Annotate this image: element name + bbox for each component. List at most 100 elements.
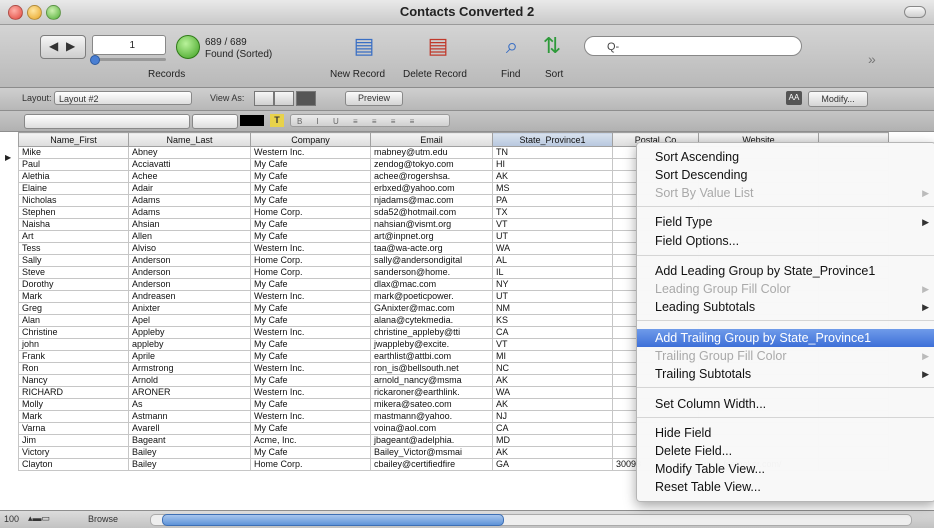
- font-popup[interactable]: [24, 114, 190, 129]
- cell-name-last[interactable]: Armstrong: [128, 362, 251, 375]
- cell-state-province[interactable]: AK: [492, 446, 613, 459]
- cell-name-last[interactable]: Allen: [128, 230, 251, 243]
- menu-item-sort-descending[interactable]: Sort Descending: [637, 166, 934, 184]
- cell-name-first[interactable]: Varna: [18, 422, 129, 435]
- font-size-popup[interactable]: [192, 114, 238, 129]
- cell-name-last[interactable]: Acciavatti: [128, 158, 251, 171]
- cell-name-last[interactable]: Anixter: [128, 302, 251, 315]
- horizontal-scroll-thumb[interactable]: [162, 514, 504, 526]
- cell-name-first[interactable]: Alethia: [18, 170, 129, 183]
- form-view-button[interactable]: [254, 91, 274, 106]
- cell-name-last[interactable]: Bailey: [128, 458, 251, 471]
- cell-state-province[interactable]: AK: [492, 170, 613, 183]
- cell-email[interactable]: cbailey@certifiedfire: [370, 458, 493, 471]
- cell-company[interactable]: My Cafe: [250, 182, 371, 195]
- cell-email[interactable]: voina@aol.com: [370, 422, 493, 435]
- cell-email[interactable]: art@inpnet.org: [370, 230, 493, 243]
- column-header-state-province[interactable]: State_Province1: [492, 132, 613, 147]
- cell-email[interactable]: sda52@hotmail.com: [370, 206, 493, 219]
- cell-name-first[interactable]: Greg: [18, 302, 129, 315]
- cell-name-last[interactable]: Arnold: [128, 374, 251, 387]
- table-view-button[interactable]: [296, 91, 316, 106]
- cell-name-first[interactable]: Mark: [18, 290, 129, 303]
- cell-name-last[interactable]: Adams: [128, 194, 251, 207]
- cell-name-last[interactable]: Alviso: [128, 242, 251, 255]
- record-slider-knob[interactable]: [90, 55, 100, 65]
- previous-record-icon[interactable]: ◀: [49, 39, 58, 53]
- new-record-icon[interactable]: ▤: [350, 33, 378, 59]
- cell-name-first[interactable]: Stephen: [18, 206, 129, 219]
- cell-company[interactable]: Western Inc.: [250, 362, 371, 375]
- cell-name-last[interactable]: Anderson: [128, 278, 251, 291]
- cell-state-province[interactable]: NC: [492, 362, 613, 375]
- cell-state-province[interactable]: PA: [492, 194, 613, 207]
- cell-state-province[interactable]: UT: [492, 290, 613, 303]
- cell-name-first[interactable]: Naisha: [18, 218, 129, 231]
- cell-name-last[interactable]: Appleby: [128, 326, 251, 339]
- cell-company[interactable]: My Cafe: [250, 170, 371, 183]
- highlight-icon[interactable]: T: [270, 114, 284, 127]
- cell-name-first[interactable]: Ron: [18, 362, 129, 375]
- mode-popup[interactable]: Browse: [88, 514, 118, 524]
- cell-state-province[interactable]: NJ: [492, 410, 613, 423]
- cell-email[interactable]: earthlist@attbi.com: [370, 350, 493, 363]
- menu-item-sort-ascending[interactable]: Sort Ascending: [637, 148, 934, 166]
- cell-company[interactable]: Western Inc.: [250, 410, 371, 423]
- cell-email[interactable]: jbageant@adelphia.: [370, 434, 493, 447]
- cell-state-province[interactable]: MD: [492, 434, 613, 447]
- cell-company[interactable]: My Cafe: [250, 218, 371, 231]
- zoom-controls-icon[interactable]: ▴▬▭: [28, 513, 50, 524]
- cell-name-last[interactable]: Abney: [128, 146, 251, 159]
- cell-email[interactable]: mark@poeticpower.: [370, 290, 493, 303]
- column-header-name-first[interactable]: Name_First: [18, 132, 129, 147]
- cell-state-province[interactable]: WA: [492, 386, 613, 399]
- cell-name-first[interactable]: Dorothy: [18, 278, 129, 291]
- cell-state-province[interactable]: MS: [492, 182, 613, 195]
- cell-name-first[interactable]: Tess: [18, 242, 129, 255]
- modify-button[interactable]: Modify...: [808, 91, 868, 107]
- cell-name-last[interactable]: Anderson: [128, 266, 251, 279]
- cell-name-first[interactable]: Steve: [18, 266, 129, 279]
- cell-email[interactable]: nahsian@vismt.org: [370, 218, 493, 231]
- cell-company[interactable]: My Cafe: [250, 422, 371, 435]
- cell-email[interactable]: Bailey_Victor@msmai: [370, 446, 493, 459]
- record-number-field[interactable]: 1: [92, 35, 166, 55]
- cell-email[interactable]: zendog@tokyo.com: [370, 158, 493, 171]
- cell-name-last[interactable]: ARONER: [128, 386, 251, 399]
- cell-company[interactable]: Acme, Inc.: [250, 434, 371, 447]
- list-view-button[interactable]: [274, 91, 294, 106]
- menu-item-reset-table-view[interactable]: Reset Table View...: [637, 478, 934, 496]
- cell-email[interactable]: erbxed@yahoo.com: [370, 182, 493, 195]
- menu-item-leading-subtotals[interactable]: Leading Subtotals ▶: [637, 298, 934, 316]
- cell-company[interactable]: Western Inc.: [250, 242, 371, 255]
- cell-state-province[interactable]: AK: [492, 398, 613, 411]
- format-bar-toggle[interactable]: AA: [786, 91, 802, 105]
- menu-item-delete-field[interactable]: Delete Field...: [637, 442, 934, 460]
- cell-name-first[interactable]: Alan: [18, 314, 129, 327]
- cell-state-province[interactable]: CA: [492, 422, 613, 435]
- menu-item-add-trailing-group-by-state-province1[interactable]: Add Trailing Group by State_Province1: [637, 329, 934, 347]
- cell-state-province[interactable]: IL: [492, 266, 613, 279]
- cell-name-last[interactable]: Apel: [128, 314, 251, 327]
- cell-state-province[interactable]: GA: [492, 458, 613, 471]
- cell-name-first[interactable]: Nicholas: [18, 194, 129, 207]
- cell-company[interactable]: My Cafe: [250, 230, 371, 243]
- quick-find-field[interactable]: Q-: [584, 36, 802, 56]
- cell-state-province[interactable]: AL: [492, 254, 613, 267]
- cell-email[interactable]: mikera@sateo.com: [370, 398, 493, 411]
- cell-company[interactable]: My Cafe: [250, 194, 371, 207]
- cell-email[interactable]: mabney@utm.edu: [370, 146, 493, 159]
- cell-name-first[interactable]: Molly: [18, 398, 129, 411]
- cell-name-last[interactable]: Andreasen: [128, 290, 251, 303]
- cell-state-province[interactable]: HI: [492, 158, 613, 171]
- cell-state-province[interactable]: NM: [492, 302, 613, 315]
- cell-name-first[interactable]: Jim: [18, 434, 129, 447]
- record-navigation[interactable]: ◀ ▶: [40, 35, 86, 59]
- menu-item-trailing-subtotals[interactable]: Trailing Subtotals ▶: [637, 365, 934, 383]
- zoom-level[interactable]: 100: [4, 514, 19, 524]
- delete-record-button[interactable]: Delete Record: [403, 69, 467, 80]
- menu-item-field-type[interactable]: Field Type ▶: [637, 213, 934, 231]
- column-header-company[interactable]: Company: [250, 132, 371, 147]
- cell-state-province[interactable]: KS: [492, 314, 613, 327]
- menu-item-hide-field[interactable]: Hide Field: [637, 424, 934, 442]
